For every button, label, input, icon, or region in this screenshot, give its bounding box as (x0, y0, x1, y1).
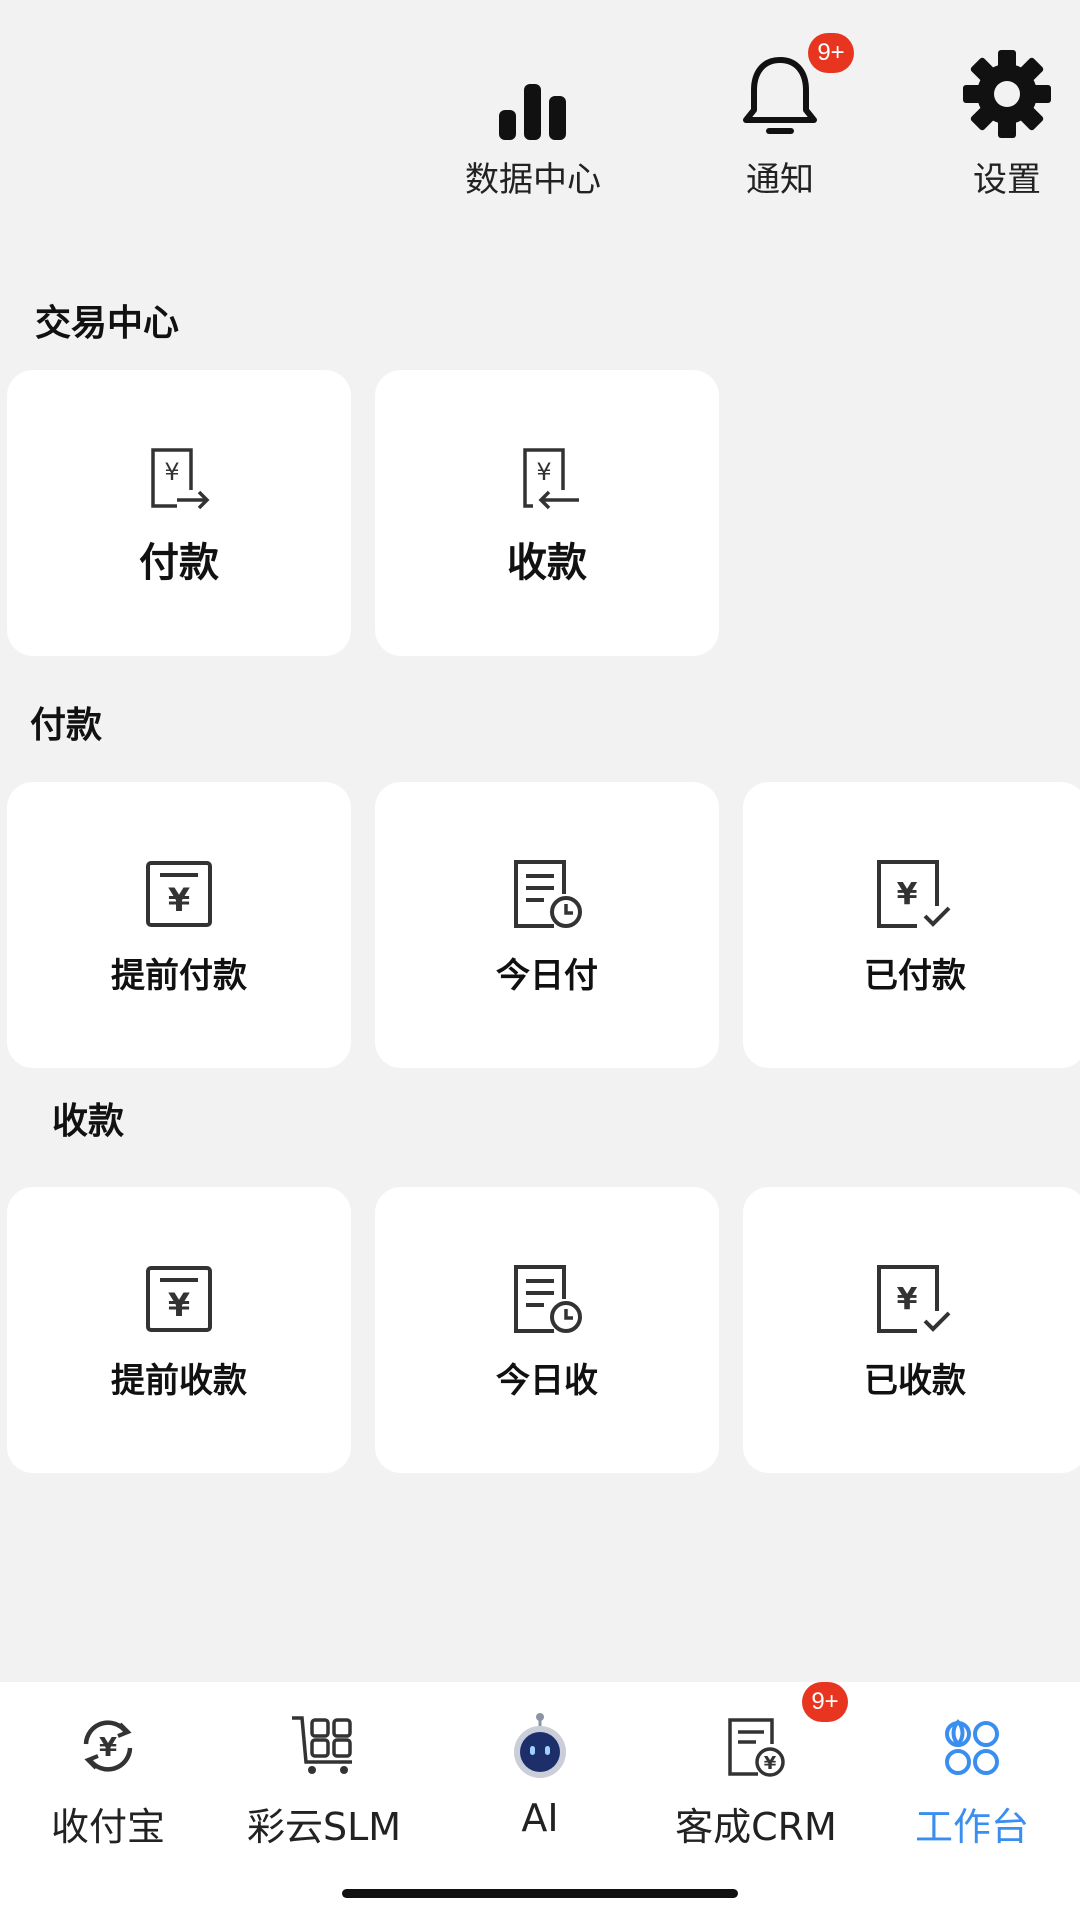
yen-doc-icon: ¥ (144, 1259, 214, 1339)
receive-card[interactable]: ¥ 收款 (375, 370, 719, 656)
nav-label-workbench: 工作台 (914, 1805, 1029, 1849)
nav-label-kecheng-crm: 客成CRM (675, 1805, 837, 1849)
yen-doc-icon: ¥ (144, 854, 214, 934)
pay-card[interactable]: ¥ 付款 (7, 370, 351, 656)
data-center-label: 数据中心 (465, 160, 601, 200)
data-center-button[interactable]: 数据中心 (423, 45, 643, 201)
nav-item-ai[interactable]: AI (432, 1682, 648, 1840)
advance-receipt-card[interactable]: ¥ 提前收款 (7, 1187, 351, 1473)
crm-doc-icon: ¥ 9+ (648, 1682, 864, 1778)
received-label: 已收款 (864, 1360, 966, 1401)
crm-badge: 9+ (802, 1682, 848, 1722)
robot-icon (432, 1682, 648, 1778)
bottom-nav: ¥ 收付宝 彩云SLM AI ¥ 9+ 客成CRM 工作台 (0, 1682, 1080, 1920)
today-pay-label: 今日付 (496, 955, 598, 996)
yen-cycle-icon: ¥ (0, 1682, 216, 1778)
home-indicator (342, 1889, 738, 1898)
paid-card[interactable]: ¥ 已付款 (743, 782, 1080, 1068)
pay-out-icon: ¥ (147, 438, 211, 518)
svg-text:¥: ¥ (536, 458, 551, 486)
notification-badge: 9+ (808, 33, 854, 73)
advance-receipt-label: 提前收款 (111, 1360, 247, 1401)
paid-label: 已付款 (864, 955, 966, 996)
nav-item-kecheng-crm[interactable]: ¥ 9+ 客成CRM (648, 1682, 864, 1851)
nav-item-workbench[interactable]: 工作台 (864, 1682, 1080, 1851)
received-card[interactable]: ¥ 已收款 (743, 1187, 1080, 1473)
section-title-payment: 付款 (30, 705, 103, 746)
today-pay-card[interactable]: 今日付 (375, 782, 719, 1068)
notification-button[interactable]: 9+ 通知 (670, 33, 890, 201)
today-receive-card[interactable]: 今日收 (375, 1187, 719, 1473)
doc-clock-icon (510, 854, 584, 934)
svg-text:¥: ¥ (168, 881, 190, 919)
svg-text:¥: ¥ (164, 458, 179, 486)
yen-check-icon: ¥ (875, 1259, 955, 1339)
svg-text:¥: ¥ (764, 1753, 777, 1774)
advance-payment-label: 提前付款 (111, 955, 247, 996)
today-receive-label: 今日收 (496, 1360, 598, 1401)
doc-clock-icon (510, 1259, 584, 1339)
bar-chart-icon (423, 45, 643, 140)
cart-grid-icon (216, 1682, 432, 1778)
bell-icon: 9+ (670, 33, 890, 140)
nav-item-caiyun-slm[interactable]: 彩云SLM (216, 1682, 432, 1851)
nav-label-shoufubao: 收付宝 (50, 1805, 165, 1849)
nav-item-shoufubao[interactable]: ¥ 收付宝 (0, 1682, 216, 1851)
settings-button[interactable]: 设置 (897, 45, 1080, 201)
settings-label: 设置 (973, 160, 1041, 200)
pay-in-icon: ¥ (511, 438, 583, 518)
yen-check-icon: ¥ (875, 854, 955, 934)
section-title-trade: 交易中心 (35, 303, 180, 344)
advance-payment-card[interactable]: ¥ 提前付款 (7, 782, 351, 1068)
nav-label-caiyun-slm: 彩云SLM (246, 1805, 402, 1849)
svg-text:¥: ¥ (99, 1733, 117, 1763)
receive-card-label: 收款 (507, 540, 587, 586)
notification-label: 通知 (746, 160, 814, 200)
svg-text:¥: ¥ (897, 1282, 918, 1317)
section-title-receipt: 收款 (52, 1101, 125, 1142)
gear-icon (897, 45, 1080, 140)
svg-text:¥: ¥ (168, 1286, 190, 1324)
workbench-icon (864, 1682, 1080, 1778)
svg-text:¥: ¥ (897, 877, 918, 912)
nav-label-ai: AI (521, 1796, 559, 1840)
pay-card-label: 付款 (139, 540, 219, 586)
